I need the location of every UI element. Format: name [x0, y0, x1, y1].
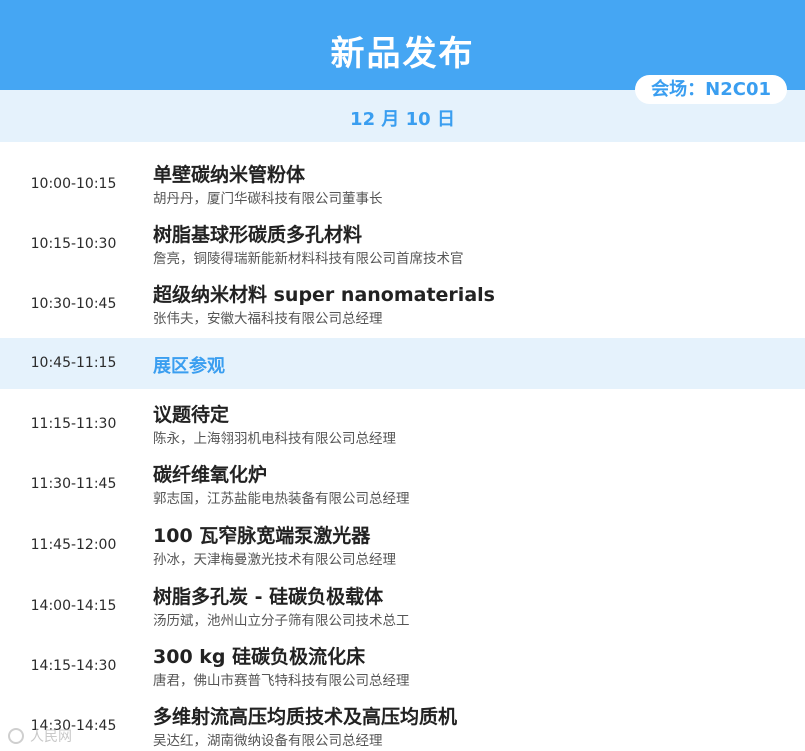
session-time: 14:15-14:30	[30, 658, 117, 674]
session-speaker: 陈永，上海翎羽机电科技有限公司总经理	[153, 431, 396, 447]
break-row: 10:45-11:15 展区参观	[0, 338, 805, 389]
session-speaker: 胡丹丹，厦门华碳科技有限公司董事长	[153, 191, 383, 207]
session-title: 议题待定	[153, 404, 230, 426]
session-time: 10:30-10:45	[30, 296, 117, 312]
session-speaker: 张伟夫，安徽大福科技有限公司总经理	[153, 311, 383, 327]
break-time: 10:45-11:15	[30, 355, 117, 371]
watermark-text: 人民网	[30, 729, 72, 745]
session-title: 树脂多孔炭 - 硅碳负极载体	[153, 586, 384, 608]
session-title: 单壁碳纳米管粉体	[153, 164, 306, 186]
session-title: 超级纳米材料 super nanomaterials	[153, 284, 495, 306]
session-time: 11:45-12:00	[30, 537, 117, 553]
watermark: 人民网	[8, 726, 72, 746]
session-title: 100 瓦窄脉宽端泵激光器	[153, 525, 371, 547]
session-time: 11:15-11:30	[30, 416, 117, 432]
session-time: 14:00-14:15	[30, 598, 117, 614]
venue-badge: 会场：N2C01	[635, 75, 787, 104]
page-title: 新品发布	[330, 34, 475, 74]
break-title: 展区参观	[153, 356, 225, 377]
session-time: 11:30-11:45	[30, 476, 117, 492]
session-title: 多维射流高压均质技术及高压均质机	[153, 706, 458, 728]
session-title: 碳纤维氧化炉	[153, 464, 268, 486]
session-time: 10:15-10:30	[30, 236, 117, 252]
session-title: 300 kg 硅碳负极流化床	[153, 646, 366, 668]
session-speaker: 唐君，佛山市赛普飞特科技有限公司总经理	[153, 673, 410, 689]
session-speaker: 詹亮，铜陵得瑞新能新材料科技有限公司首席技术官	[153, 251, 464, 267]
date-label: 12 月 10 日	[350, 109, 455, 130]
watermark-logo-icon	[8, 728, 24, 744]
session-speaker: 郭志国，江苏盐能电热装备有限公司总经理	[153, 491, 410, 507]
session-speaker: 吴达红，湖南微纳设备有限公司总经理	[153, 733, 383, 749]
session-title: 树脂基球形碳质多孔材料	[153, 224, 363, 246]
session-speaker: 汤历斌，池州山立分子筛有限公司技术总工	[153, 613, 410, 629]
session-speaker: 孙冰，天津梅曼激光技术有限公司总经理	[153, 552, 396, 568]
session-time: 10:00-10:15	[30, 176, 117, 192]
